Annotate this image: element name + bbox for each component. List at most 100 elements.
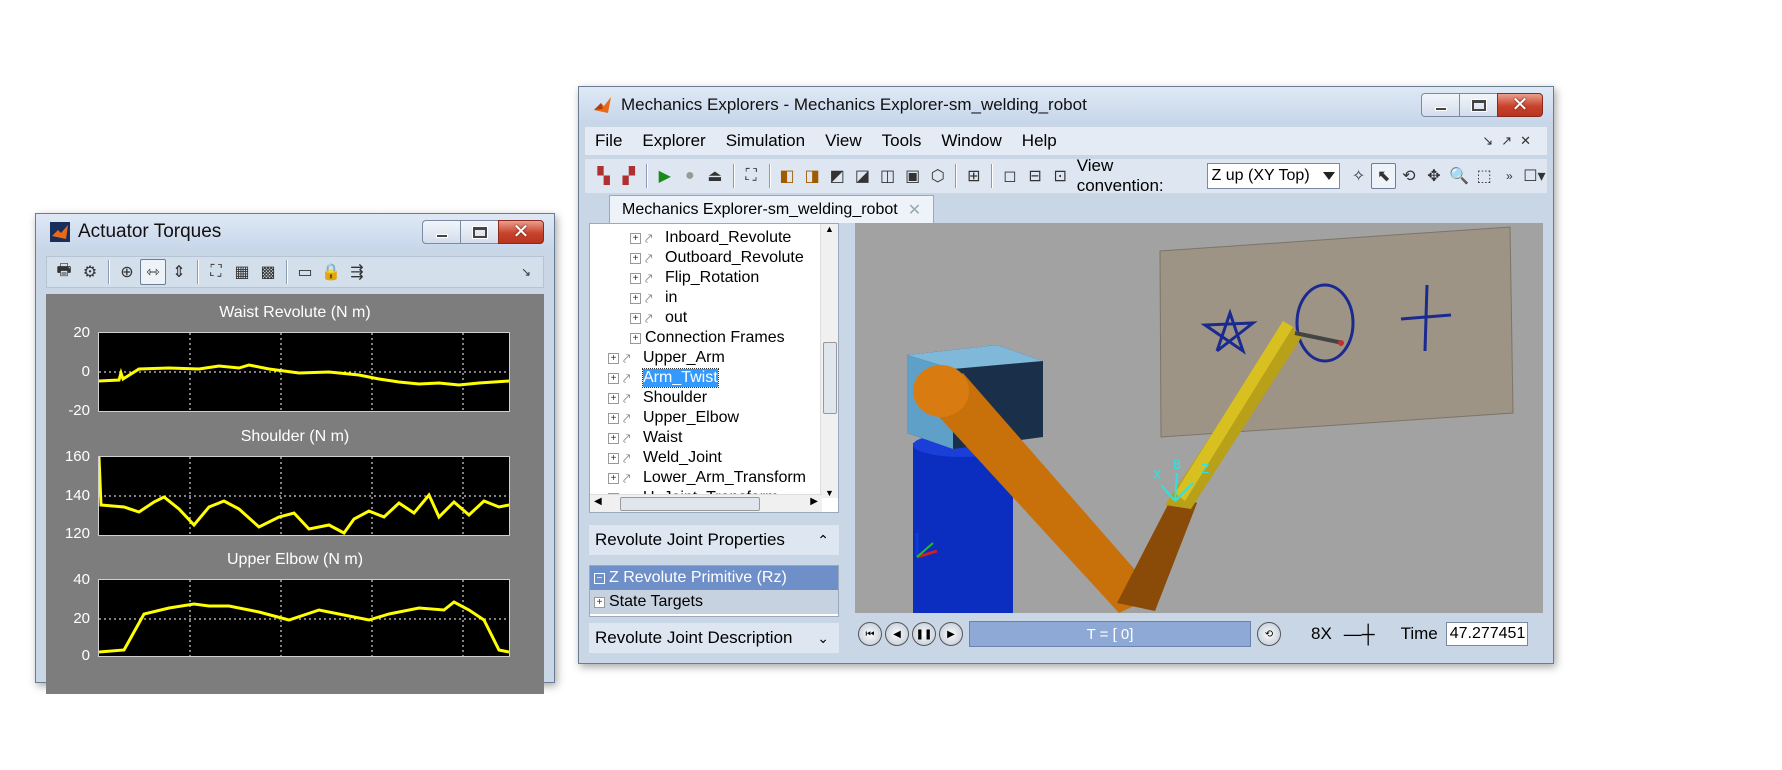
expand-node-icon[interactable]: + bbox=[608, 432, 619, 444]
zoom-box-icon[interactable]: ⬚ bbox=[1472, 163, 1497, 189]
expand-node-icon[interactable]: + bbox=[630, 232, 641, 244]
minimize-button[interactable] bbox=[1421, 93, 1459, 117]
close-button[interactable]: ✕ bbox=[498, 220, 544, 244]
tree-item[interactable]: + Connection Frames bbox=[630, 328, 785, 348]
play-icon[interactable]: ▶ bbox=[652, 163, 677, 189]
view-top-icon[interactable]: ◫ bbox=[875, 163, 900, 189]
scroll-down-icon[interactable]: ▼ bbox=[821, 488, 838, 498]
update-diagram-icon[interactable]: ⏏ bbox=[702, 163, 727, 189]
expand-node-icon[interactable]: + bbox=[630, 292, 641, 304]
3d-viewport[interactable]: X B Z bbox=[855, 223, 1543, 613]
time-slider[interactable]: T = [ 0] bbox=[969, 621, 1251, 647]
expand-node-icon[interactable]: + bbox=[630, 252, 641, 264]
expand-node-icon[interactable]: + bbox=[630, 312, 641, 324]
time-field[interactable]: 47.277451 bbox=[1445, 622, 1528, 646]
expand-node-icon[interactable]: + bbox=[630, 272, 641, 284]
scroll-left-icon[interactable]: ◀ bbox=[594, 496, 602, 507]
zoom-x-icon[interactable]: ⇿ bbox=[140, 259, 166, 285]
upper-elbow-axes[interactable] bbox=[98, 579, 510, 657]
menu-window[interactable]: Window bbox=[931, 131, 1011, 151]
gear-icon[interactable]: ⚙ bbox=[77, 259, 103, 285]
collapse-node-icon[interactable]: − bbox=[594, 572, 605, 584]
tree-item[interactable]: + ⤤ Waist bbox=[608, 428, 682, 448]
menu-file[interactable]: File bbox=[585, 131, 632, 151]
scroll-up-icon[interactable]: ▲ bbox=[821, 224, 838, 234]
dock-arrow-icon[interactable]: ↘ bbox=[513, 259, 539, 285]
tree-item[interactable]: + ⤤ Shoulder bbox=[608, 388, 707, 408]
open-model-icon[interactable]: ▚ bbox=[591, 163, 616, 189]
scroll-thumb[interactable] bbox=[620, 497, 760, 511]
properties-header[interactable]: Revolute Joint Properties ⌃ bbox=[589, 525, 839, 555]
expand-node-icon[interactable]: + bbox=[608, 472, 619, 484]
layout-menu-icon[interactable]: ☐▾ bbox=[1522, 163, 1547, 189]
zoom-icon[interactable]: 🔍 bbox=[1447, 163, 1472, 189]
view-right-icon[interactable]: ◪ bbox=[850, 163, 875, 189]
quad-view-icon[interactable]: ⊡ bbox=[1048, 163, 1073, 189]
tree-item[interactable]: + ⤤ Arm_Twist bbox=[608, 368, 719, 388]
tree-item[interactable]: + ⤤ Flip_Rotation bbox=[630, 268, 759, 288]
view-left-icon[interactable]: ◩ bbox=[825, 163, 850, 189]
close-tab-icon[interactable]: ✕ bbox=[908, 200, 921, 220]
tree-horizontal-scrollbar[interactable]: ◀ ▶ bbox=[590, 494, 822, 512]
scroll-right-icon[interactable]: ▶ bbox=[810, 496, 818, 507]
overflow-icon[interactable]: » bbox=[1497, 163, 1522, 189]
menu-view[interactable]: View bbox=[815, 131, 872, 151]
menu-tools[interactable]: Tools bbox=[872, 131, 932, 151]
property-row[interactable]: + State Targets bbox=[590, 590, 838, 614]
tab-mechanics-explorer[interactable]: Mechanics Explorer-sm_welding_robot ✕ bbox=[609, 195, 935, 223]
open-subsystem-icon[interactable]: ▞ bbox=[616, 163, 641, 189]
restore-axes-icon[interactable]: ▩ bbox=[255, 259, 281, 285]
scroll-thumb[interactable] bbox=[823, 342, 837, 414]
view-front-icon[interactable]: ◧ bbox=[775, 163, 800, 189]
print-icon[interactable]: 🖶 bbox=[51, 259, 77, 285]
expand-icon[interactable]: ⌄ bbox=[817, 630, 829, 647]
pause-icon[interactable]: ❚❚ bbox=[912, 622, 936, 646]
expand-node-icon[interactable]: + bbox=[608, 452, 619, 464]
tree-item[interactable]: + ⤤ in bbox=[630, 288, 677, 308]
speed-slider[interactable]: —┼ bbox=[1344, 624, 1375, 645]
tree-item[interactable]: + ⤤ Upper_Elbow bbox=[608, 408, 739, 428]
title-bar[interactable]: Actuator Torques ✕ bbox=[36, 214, 554, 250]
view-back-icon[interactable]: ◨ bbox=[800, 163, 825, 189]
autoscale-icon[interactable]: ⛶ bbox=[203, 259, 229, 285]
view-bottom-icon[interactable]: ▣ bbox=[900, 163, 925, 189]
step-forward-icon[interactable]: ▶ bbox=[939, 622, 963, 646]
pan-icon[interactable]: ✥ bbox=[1421, 163, 1446, 189]
single-view-icon[interactable]: ◻ bbox=[997, 163, 1022, 189]
close-button[interactable]: ✕ bbox=[1497, 93, 1543, 117]
tree-item[interactable]: + ⤤ Lower_Arm_Transform bbox=[608, 468, 806, 488]
menu-explorer[interactable]: Explorer bbox=[632, 131, 715, 151]
select-cursor-icon[interactable]: ⬉ bbox=[1371, 163, 1397, 189]
fit-view-icon[interactable]: ⛶ bbox=[738, 163, 763, 189]
step-back-icon[interactable]: ◀ bbox=[885, 622, 909, 646]
dock-controls-icon[interactable]: ↘↗✕ bbox=[1482, 133, 1539, 149]
collapse-icon[interactable]: ⌃ bbox=[817, 532, 829, 549]
lock-icon[interactable]: 🔒 bbox=[318, 259, 344, 285]
maximize-button[interactable] bbox=[460, 220, 498, 244]
expand-node-icon[interactable]: + bbox=[594, 596, 605, 608]
shoulder-axes[interactable] bbox=[97, 456, 510, 536]
menu-simulation[interactable]: Simulation bbox=[716, 131, 815, 151]
waist-axes[interactable] bbox=[98, 332, 510, 412]
zoom-in-icon[interactable]: ⊕ bbox=[114, 259, 140, 285]
title-bar[interactable]: Mechanics Explorers - Mechanics Explorer… bbox=[579, 87, 1553, 123]
cursor-icon[interactable]: ⇶ bbox=[344, 259, 370, 285]
frames-icon[interactable]: ✧ bbox=[1346, 163, 1371, 189]
view-iso-icon[interactable]: ⬡ bbox=[925, 163, 950, 189]
view-convention-select[interactable]: Z up (XY Top) bbox=[1206, 163, 1341, 189]
menu-help[interactable]: Help bbox=[1012, 131, 1067, 151]
expand-node-icon[interactable]: + bbox=[608, 392, 619, 404]
expand-node-icon[interactable]: + bbox=[608, 352, 619, 364]
zoom-y-icon[interactable]: ⇕ bbox=[166, 259, 192, 285]
float-icon[interactable]: ▭ bbox=[292, 259, 318, 285]
tree-item[interactable]: + ⤤ Upper_Arm bbox=[608, 348, 725, 368]
tree-item[interactable]: + ⤤ Outboard_Revolute bbox=[630, 248, 804, 268]
rewind-start-icon[interactable]: ⏮ bbox=[858, 622, 882, 646]
maximize-button[interactable] bbox=[1459, 93, 1497, 117]
stop-icon[interactable]: ● bbox=[677, 163, 702, 189]
tree-item[interactable]: + ⤤ out bbox=[630, 308, 687, 328]
expand-node-icon[interactable]: + bbox=[608, 372, 619, 384]
expand-node-icon[interactable]: + bbox=[630, 332, 641, 344]
split-view-icon[interactable]: ⊟ bbox=[1022, 163, 1047, 189]
tree-item[interactable]: + ⤤ Inboard_Revolute bbox=[630, 228, 791, 248]
